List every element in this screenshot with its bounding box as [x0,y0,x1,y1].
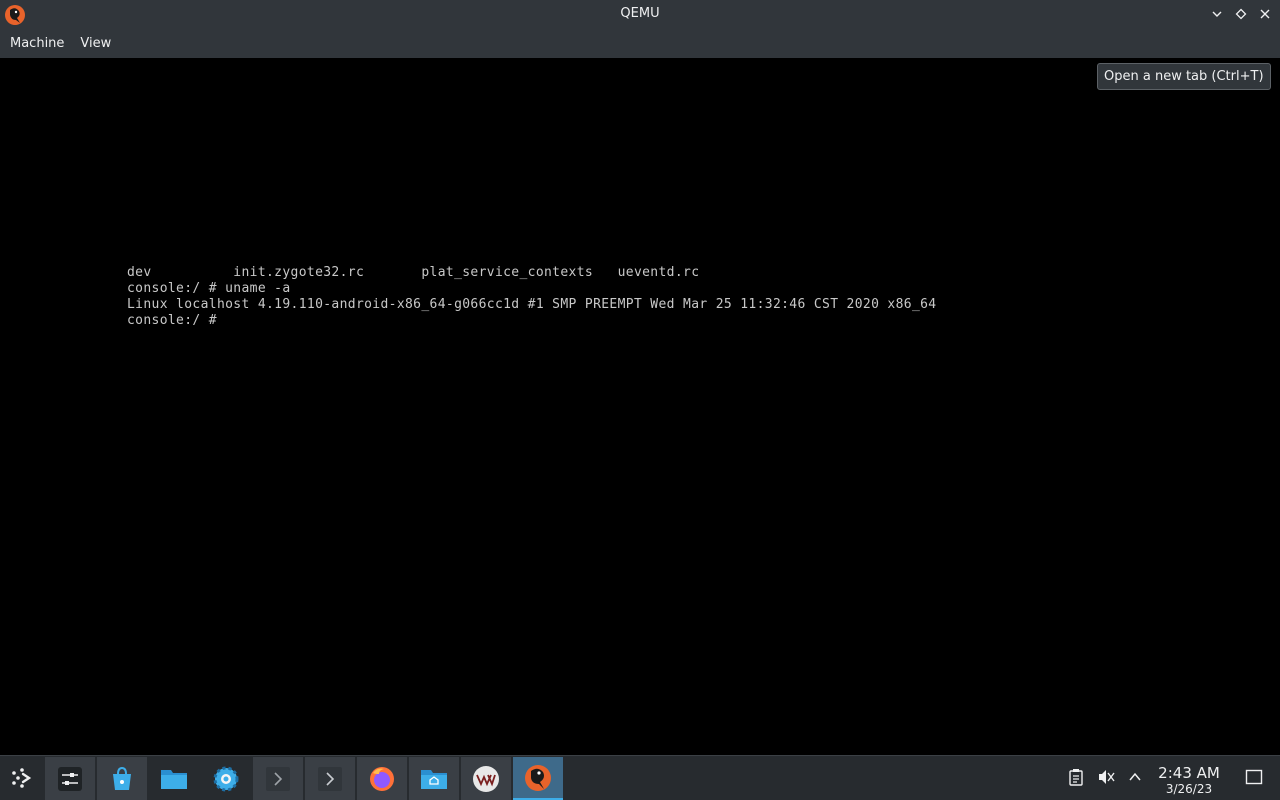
new-tab-tooltip: Open a new tab (Ctrl+T) [1097,63,1271,90]
minimize-icon[interactable] [1208,4,1226,24]
virt-manager-icon[interactable] [461,757,511,800]
firefox-icon[interactable] [357,757,407,800]
file-manager-icon[interactable] [149,757,199,800]
console-line: console:/ # uname -a [127,281,291,296]
window-titlebar[interactable]: QEMU [0,0,1280,30]
terminal-icon[interactable] [253,757,303,800]
clock-date: 3/26/23 [1165,782,1213,796]
console-prompt: console:/ # [127,313,217,328]
close-icon[interactable] [1256,4,1274,24]
console-line: dev init.zygote32.rc plat_service_contex… [127,265,700,280]
taskbar: 2:43 AM 3/26/23 [0,755,1280,800]
volume-muted-icon[interactable] [1095,766,1117,788]
terminal-icon[interactable] [305,757,355,800]
maximize-icon[interactable] [1232,4,1250,24]
discover-store-icon[interactable] [97,757,147,800]
menu-machine[interactable]: Machine [2,30,72,58]
console-display[interactable]: dev init.zygote32.rc plat_service_contex… [0,58,1280,755]
settings-gear-icon[interactable] [201,757,251,800]
clipboard-icon[interactable] [1065,766,1087,788]
digital-clock[interactable]: 2:43 AM 3/26/23 [1150,764,1228,796]
home-folder-icon[interactable] [409,757,459,800]
menu-view[interactable]: View [72,30,119,58]
console-line: Linux localhost 4.19.110-android-x86_64-… [127,297,937,312]
expand-tray-icon[interactable] [1124,766,1146,788]
system-settings-icon[interactable] [45,757,95,800]
qemu-icon[interactable] [513,757,563,800]
clock-time: 2:43 AM [1158,764,1220,782]
window-title: QEMU [620,6,660,21]
menu-bar: Machine View [0,30,1280,58]
qemu-icon[interactable] [4,4,26,26]
application-launcher-icon[interactable] [4,760,40,796]
show-desktop-icon[interactable] [1243,766,1265,788]
